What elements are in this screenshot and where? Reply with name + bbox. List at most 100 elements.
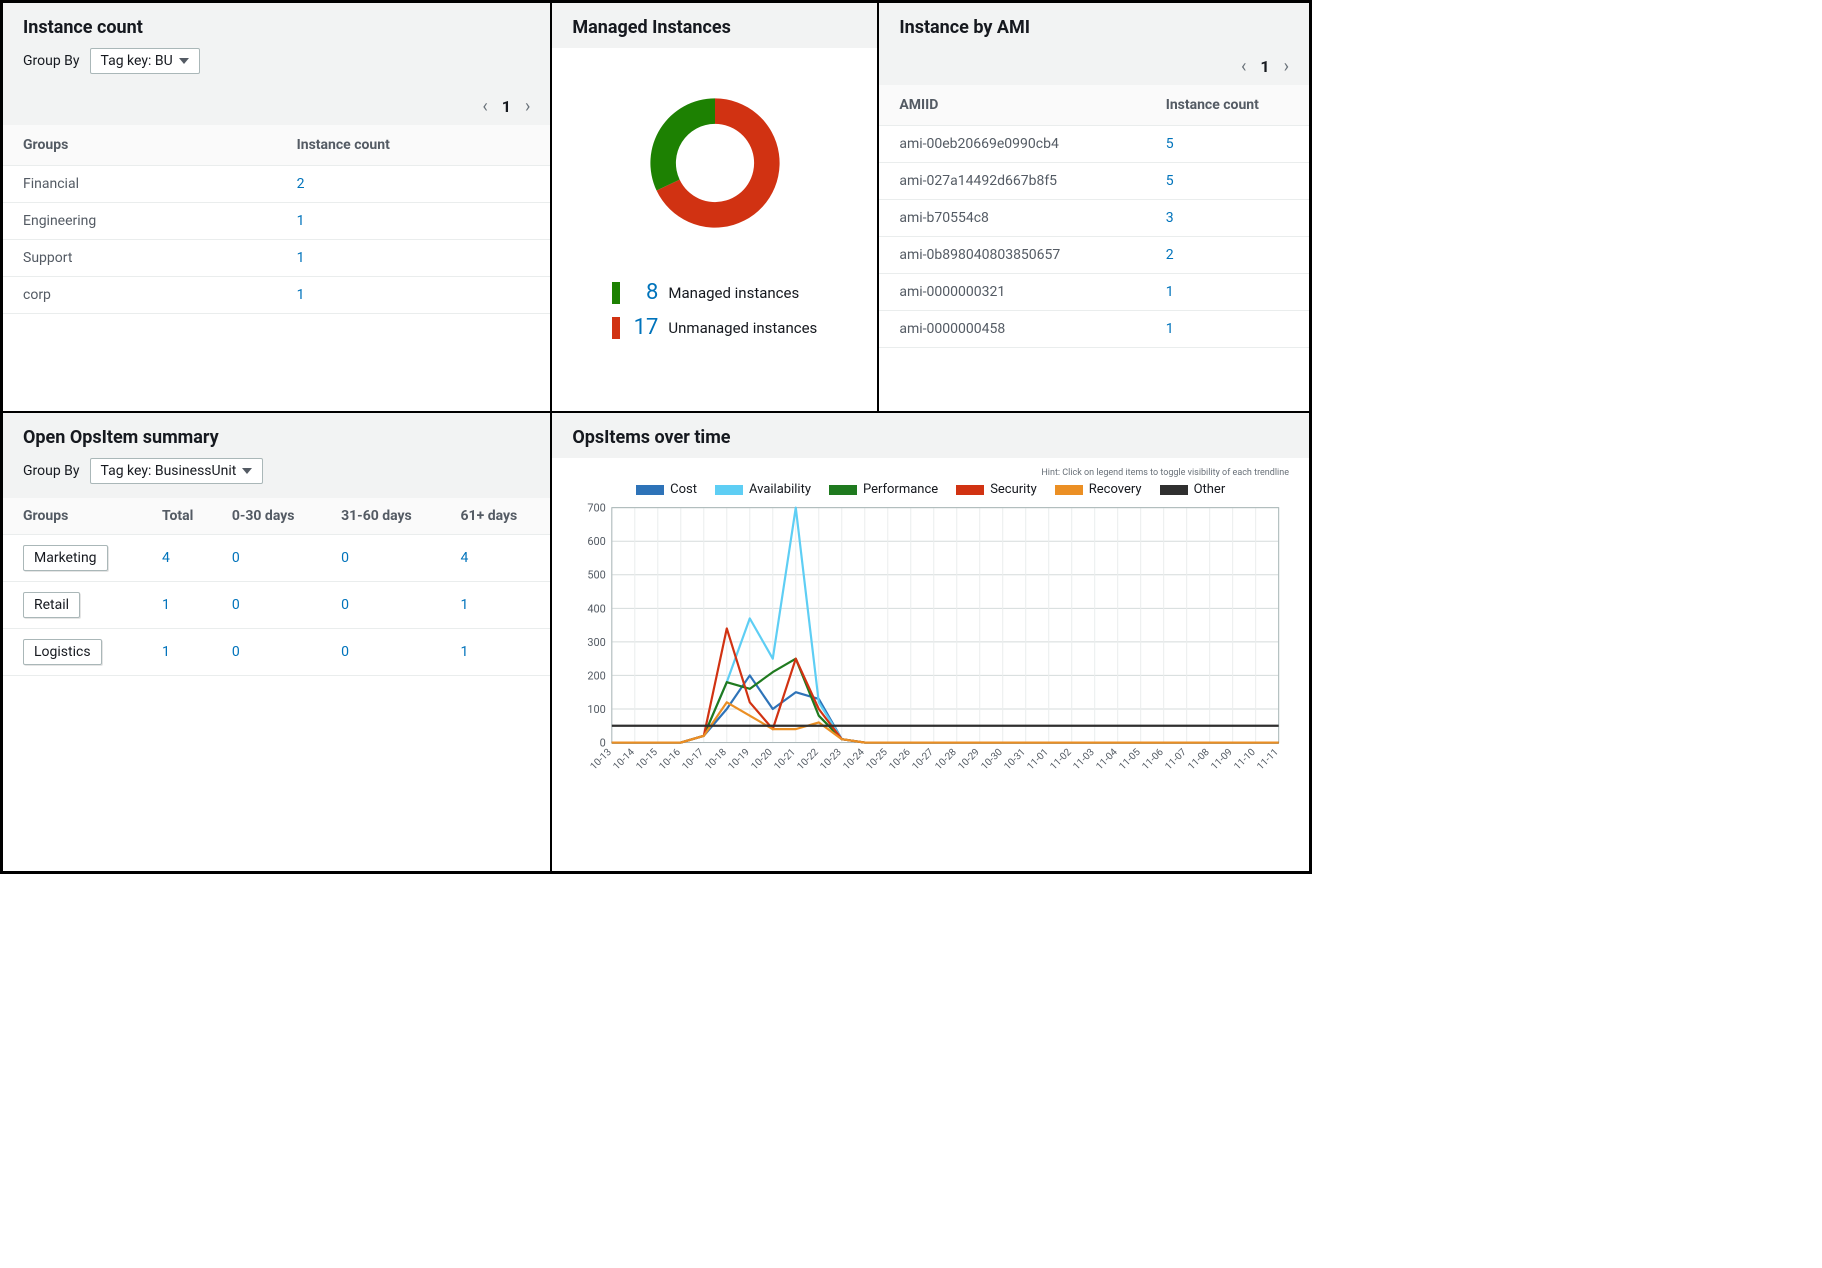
legend-item[interactable]: Availability [715, 482, 811, 497]
chart-hint: Hint: Click on legend items to toggle vi… [572, 468, 1289, 478]
d0-link[interactable]: 0 [232, 644, 240, 660]
d0-link[interactable]: 0 [232, 597, 240, 613]
svg-text:10-31: 10-31 [1003, 747, 1029, 773]
total-link[interactable]: 1 [162, 597, 170, 613]
total-link[interactable]: 1 [162, 644, 170, 660]
ami-table: AMIID Instance count ami-00eb20669e0990c… [879, 85, 1309, 348]
legend-managed: 8 Managed instances [612, 280, 817, 305]
legend-label: Cost [670, 482, 697, 497]
svg-text:600: 600 [588, 535, 606, 548]
svg-text:10-18: 10-18 [704, 747, 730, 773]
amiid-cell: ami-027a14492d667b8f5 [879, 163, 1145, 200]
count-link[interactable]: 2 [297, 176, 305, 192]
svg-text:10-16: 10-16 [658, 747, 684, 773]
swatch-icon [1160, 485, 1188, 495]
chevron-down-icon [179, 58, 189, 64]
d2-link[interactable]: 1 [461, 644, 469, 660]
count-link[interactable]: 3 [1166, 210, 1174, 226]
col-total: Total [150, 498, 220, 535]
group-cell: Retail [3, 582, 150, 629]
table-row: ami-027a14492d667b8f5 5 [879, 163, 1309, 200]
card-instance-count: Instance count Group By Tag key: BU ‹ 1 … [2, 2, 551, 412]
pager-next-icon[interactable]: › [1284, 56, 1289, 77]
group-cell: Support [3, 240, 277, 277]
d2-link[interactable]: 1 [461, 597, 469, 613]
card-managed-instances: Managed Instances 8 Managed instances 17… [551, 2, 878, 412]
group-pill[interactable]: Logistics [23, 639, 102, 665]
svg-text:11-10: 11-10 [1233, 747, 1259, 773]
swatch-icon [636, 485, 664, 495]
col-d1: 31-60 days [329, 498, 448, 535]
svg-text:100: 100 [588, 703, 606, 716]
count-link[interactable]: 1 [297, 287, 305, 303]
d1-link[interactable]: 0 [341, 644, 349, 660]
legend-item[interactable]: Recovery [1055, 482, 1142, 497]
swatch-icon [829, 485, 857, 495]
card-title: OpsItems over time [572, 427, 1289, 448]
d1-link[interactable]: 0 [341, 550, 349, 566]
group-pill[interactable]: Retail [23, 592, 80, 618]
table-row: ami-00eb20669e0990cb45 [879, 126, 1309, 163]
svg-text:10-15: 10-15 [635, 747, 661, 773]
legend-item[interactable]: Cost [636, 482, 697, 497]
col-d0: 0-30 days [220, 498, 329, 535]
count-link[interactable]: 1 [297, 213, 305, 229]
svg-text:11-04: 11-04 [1095, 747, 1121, 773]
svg-text:11-01: 11-01 [1026, 747, 1052, 773]
count-link[interactable]: 5 [1166, 136, 1174, 152]
line-chart: 010020030040050060070010-1310-1410-1510-… [572, 501, 1289, 791]
col-groups: Groups [3, 498, 150, 535]
table-row: Financial2 [3, 166, 550, 203]
svg-text:200: 200 [588, 669, 606, 682]
table-row: ami-b70554c83 [879, 200, 1309, 237]
groupby-select[interactable]: Tag key: BU [90, 48, 200, 74]
count-link[interactable]: 1 [1166, 284, 1174, 300]
svg-text:10-29: 10-29 [957, 747, 983, 773]
swatch-icon [612, 282, 620, 304]
svg-text:10-24: 10-24 [842, 747, 868, 773]
count-link[interactable]: 5 [1166, 173, 1174, 189]
groupby-value: Tag key: BU [101, 53, 173, 69]
pager-page: 1 [502, 97, 511, 116]
swatch-icon [612, 317, 620, 339]
table-row: ami-0000000321 1 [879, 274, 1309, 311]
groupby-value: Tag key: BusinessUnit [101, 463, 237, 479]
col-count: Instance count [277, 125, 551, 166]
legend-item[interactable]: Security [956, 482, 1037, 497]
card-opsitems-over-time: OpsItems over time Hint: Click on legend… [551, 412, 1310, 872]
amiid-cell: ami-0000000321 [879, 274, 1145, 311]
svg-text:10-22: 10-22 [796, 747, 822, 773]
legend-label: Other [1194, 482, 1226, 497]
table-row: Support 1 [3, 240, 550, 277]
count-link[interactable]: 1 [1166, 321, 1174, 337]
legend-item[interactable]: Performance [829, 482, 938, 497]
legend-label: Security [990, 482, 1037, 497]
total-link[interactable]: 4 [162, 550, 170, 566]
d1-link[interactable]: 0 [341, 597, 349, 613]
legend-label: Performance [863, 482, 938, 497]
count-link[interactable]: 1 [297, 250, 305, 266]
card-title: Instance by AMI [899, 17, 1289, 38]
table-row: ami-00000004581 [879, 311, 1309, 348]
col-amiid: AMIID [879, 85, 1145, 126]
swatch-icon [715, 485, 743, 495]
managed-count[interactable]: 8 [630, 280, 658, 305]
svg-text:10-28: 10-28 [934, 747, 960, 773]
pager-next-icon[interactable]: › [525, 96, 530, 117]
card-instance-by-ami: Instance by AMI ‹ 1 › AMIID Instance cou… [878, 2, 1310, 412]
svg-text:11-05: 11-05 [1118, 747, 1144, 773]
count-link[interactable]: 2 [1166, 247, 1174, 263]
group-pill[interactable]: Marketing [23, 545, 108, 571]
legend-label: Availability [749, 482, 811, 497]
groupby-select[interactable]: Tag key: BusinessUnit [90, 458, 264, 484]
unmanaged-count[interactable]: 17 [630, 315, 658, 340]
instance-count-table: Groups Instance count Financial2Engineer… [3, 125, 550, 314]
pager-prev-icon[interactable]: ‹ [1241, 56, 1246, 77]
pager-prev-icon[interactable]: ‹ [482, 96, 487, 117]
d0-link[interactable]: 0 [232, 550, 240, 566]
legend-item[interactable]: Other [1160, 482, 1226, 497]
amiid-cell: ami-0b898040803850657 [879, 237, 1145, 274]
ops-summary-table: Groups Total 0-30 days 31-60 days 61+ da… [3, 498, 550, 676]
legend-unmanaged: 17 Unmanaged instances [612, 315, 817, 340]
d2-link[interactable]: 4 [461, 550, 469, 566]
